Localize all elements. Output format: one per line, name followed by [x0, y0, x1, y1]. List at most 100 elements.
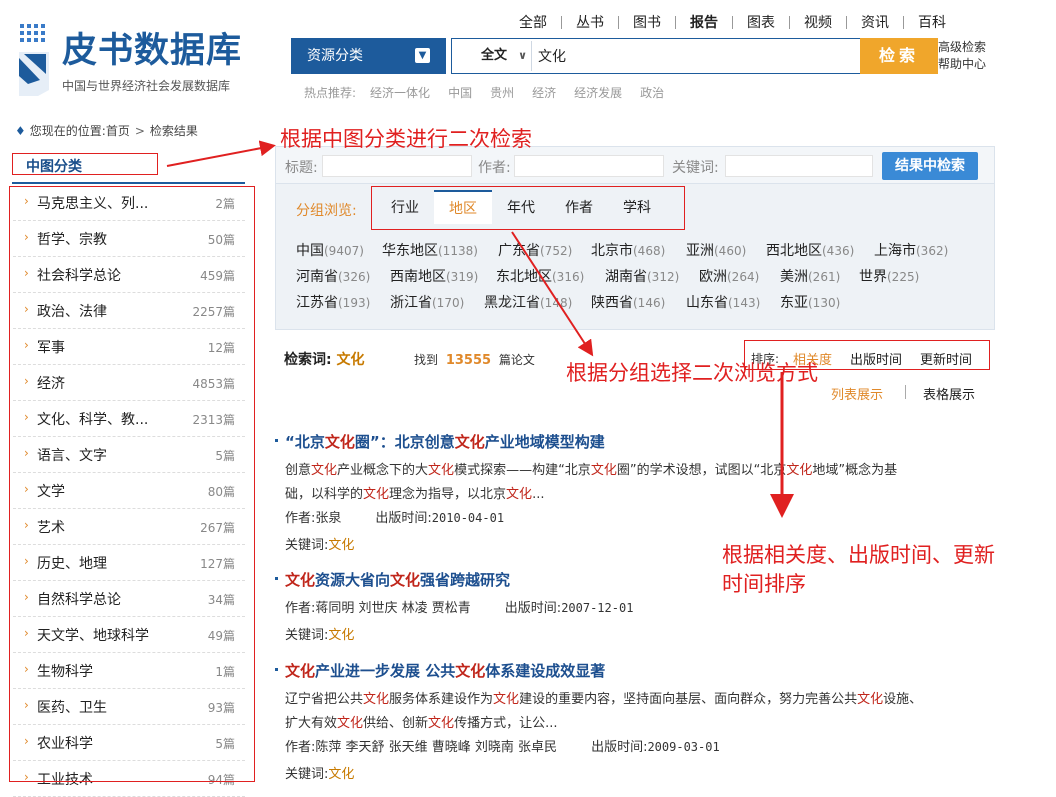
group-tab[interactable]: 作者 — [550, 190, 608, 224]
result-keyword-link[interactable]: 文化 — [328, 767, 354, 782]
region-item[interactable]: 亚洲(460) — [686, 240, 746, 260]
region-item[interactable]: 中国(9407) — [296, 240, 364, 260]
category-item[interactable]: › 马克思主义、列... 2篇 — [13, 185, 245, 221]
nav-item-6[interactable]: 资讯 — [857, 12, 893, 32]
title-segment: 文化 — [285, 571, 316, 589]
region-item[interactable]: 西北地区(436) — [766, 240, 854, 260]
result-keyword-link[interactable]: 文化 — [328, 538, 354, 553]
hot-word[interactable]: 贵州 — [490, 84, 514, 101]
category-item[interactable]: › 历史、地理 127篇 — [13, 545, 245, 581]
region-item[interactable]: 山东省(143) — [686, 292, 760, 312]
category-item[interactable]: › 天文学、地球科学 49篇 — [13, 617, 245, 653]
annotation-text-sort-line1: 根据相关度、出版时间、更新 — [722, 543, 995, 567]
region-name: 陕西省 — [591, 295, 633, 311]
category-item[interactable]: › 军事 12篇 — [13, 329, 245, 365]
author-label: 作者: — [285, 601, 316, 616]
category-count: 4853篇 — [192, 377, 235, 391]
search-help-links: 高级检索 帮助中心 — [938, 39, 986, 73]
search-within-results-button[interactable]: 结果中检索 — [882, 152, 978, 180]
category-item[interactable]: › 医药、卫生 93篇 — [13, 689, 245, 725]
nav-item-2[interactable]: 图书 — [629, 12, 665, 32]
region-item[interactable]: 广东省(752) — [498, 240, 572, 260]
author-filter-input[interactable] — [514, 155, 664, 177]
abstract-segment: 设施、 — [883, 692, 923, 707]
category-item[interactable]: › 工业技术 94篇 — [13, 761, 245, 797]
group-tab[interactable]: 地区 — [434, 190, 492, 224]
region-name: 美洲 — [780, 269, 808, 285]
hot-word[interactable]: 经济一体化 — [370, 84, 430, 101]
group-tab[interactable]: 学科 — [608, 190, 666, 224]
nav-item-5[interactable]: 视频 — [800, 12, 836, 32]
region-item[interactable]: 西南地区(319) — [390, 266, 478, 286]
category-name: 马克思主义、列... — [37, 196, 149, 212]
hot-word[interactable]: 经济发展 — [574, 84, 622, 101]
hot-word[interactable]: 中国 — [448, 84, 472, 101]
region-item[interactable]: 东北地区(316) — [496, 266, 584, 286]
help-center-link[interactable]: 帮助中心 — [938, 56, 986, 73]
region-item[interactable]: 黑龙江省(148) — [484, 292, 572, 312]
search-input[interactable] — [538, 42, 856, 70]
category-item[interactable]: › 文化、科学、教... 2313篇 — [13, 401, 245, 437]
region-item[interactable]: 陕西省(146) — [591, 292, 665, 312]
region-item[interactable]: 欧洲(264) — [699, 266, 759, 286]
result-title[interactable]: 文化产业进一步发展 公共文化体系建设成效显著 — [285, 660, 605, 681]
region-item[interactable]: 北京市(468) — [591, 240, 665, 260]
result-keyword-link[interactable]: 文化 — [328, 628, 354, 643]
nav-item-0[interactable]: 全部 — [515, 12, 551, 32]
region-item[interactable]: 世界(225) — [859, 266, 919, 286]
result-authors[interactable]: 张泉 — [315, 511, 341, 526]
abstract-segment: 圈”的学术设想，试图以“北京 — [616, 463, 787, 478]
region-item[interactable]: 湖南省(312) — [605, 266, 679, 286]
nav-item-4[interactable]: 图表 — [743, 12, 779, 32]
category-item[interactable]: › 哲学、宗教 50篇 — [13, 221, 245, 257]
region-item[interactable]: 上海市(362) — [874, 240, 948, 260]
region-item[interactable]: 江苏省(193) — [296, 292, 370, 312]
sort-update-date[interactable]: 更新时间 — [920, 349, 972, 368]
region-item[interactable]: 东亚(130) — [780, 292, 840, 312]
result-meta: 作者:蒋同明 刘世庆 林凌 贾松青 出版时间:2007-12-01 — [285, 597, 633, 616]
category-name: 文化、科学、教... — [37, 412, 149, 428]
category-item[interactable]: › 自然科学总论 34篇 — [13, 581, 245, 617]
sort-publish-date[interactable]: 出版时间 — [850, 349, 902, 368]
nav-item-3[interactable]: 报告 — [686, 12, 722, 32]
nav-item-1[interactable]: 丛书 — [572, 12, 608, 32]
category-item[interactable]: › 文学 80篇 — [13, 473, 245, 509]
search-button[interactable]: 检索 — [860, 38, 938, 74]
hot-word[interactable]: 政治 — [640, 84, 664, 101]
chevron-down-icon: ▼ — [415, 48, 430, 63]
region-item[interactable]: 华东地区(1138) — [382, 240, 478, 260]
result-title[interactable]: “北京文化圈”：北京创意文化产业地域模型构建 — [285, 431, 605, 452]
breadcrumb-home[interactable]: 首页 — [106, 122, 130, 139]
category-item[interactable]: › 政治、法律 2257篇 — [13, 293, 245, 329]
result-authors[interactable]: 陈萍 李天舒 张天维 曹晓峰 刘晓南 张卓民 — [315, 740, 557, 755]
nav-separator — [846, 15, 847, 29]
category-count: 34篇 — [207, 593, 235, 607]
title-filter-input[interactable] — [322, 155, 472, 177]
keyword-filter-input[interactable] — [725, 155, 873, 177]
region-item[interactable]: 河南省(326) — [296, 266, 370, 286]
title-segment: 强省跨越研究 — [420, 571, 511, 589]
hot-word[interactable]: 经济 — [532, 84, 556, 101]
region-item[interactable]: 浙江省(170) — [390, 292, 464, 312]
region-item[interactable]: 美洲(261) — [780, 266, 840, 286]
region-name: 浙江省 — [390, 295, 432, 311]
category-item[interactable]: › 农业科学 5篇 — [13, 725, 245, 761]
result-authors[interactable]: 蒋同明 刘世庆 林凌 贾松青 — [315, 601, 470, 616]
list-view-toggle[interactable]: 列表展示 — [831, 384, 883, 403]
category-name: 哲学、宗教 — [37, 232, 107, 248]
resource-category-select[interactable]: 资源分类 ▼ — [291, 38, 446, 74]
group-tab[interactable]: 行业 — [376, 190, 434, 224]
title-segment: 文化 — [324, 433, 355, 451]
table-view-toggle[interactable]: 表格展示 — [923, 384, 975, 403]
abstract-segment: 文化 — [428, 463, 455, 478]
advanced-search-link[interactable]: 高级检索 — [938, 39, 986, 56]
category-item[interactable]: › 语言、文字 5篇 — [13, 437, 245, 473]
group-tab[interactable]: 年代 — [492, 190, 550, 224]
result-title[interactable]: 文化资源大省向文化强省跨越研究 — [285, 569, 510, 590]
search-field-select[interactable]: 全文 ∨ — [455, 41, 532, 71]
category-item[interactable]: › 经济 4853篇 — [13, 365, 245, 401]
nav-item-7[interactable]: 百科 — [914, 12, 950, 32]
category-item[interactable]: › 生物科学 1篇 — [13, 653, 245, 689]
category-item[interactable]: › 艺术 267篇 — [13, 509, 245, 545]
category-item[interactable]: › 社会科学总论 459篇 — [13, 257, 245, 293]
